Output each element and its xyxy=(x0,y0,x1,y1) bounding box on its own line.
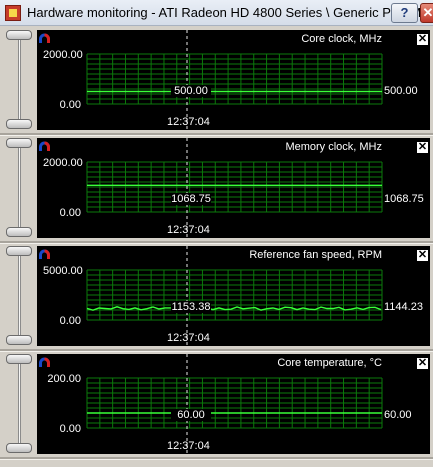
graph-area[interactable]: Core clock, MHz 2000.00 0.00 500.00 500.… xyxy=(37,30,430,130)
cursor-value-label: 500.00 xyxy=(171,85,211,97)
graph-plot xyxy=(86,246,383,346)
graph-title: Reference fan speed, RPM xyxy=(249,249,382,261)
close-icon[interactable]: ✕ xyxy=(416,357,429,370)
last-value-label: 60.00 xyxy=(384,409,412,421)
cursor-time-label: 12:37:04 xyxy=(167,332,210,344)
rail-line xyxy=(18,142,21,234)
graph-plot xyxy=(86,138,383,238)
graph-area[interactable]: Core temperature, °C 200.00 0.00 60.00 6… xyxy=(37,354,430,454)
y-axis-max-label: 2000.00 xyxy=(43,157,83,169)
last-value-label: 1068.75 xyxy=(384,193,424,205)
graph-panel-core-temperature: Core temperature, °C 200.00 0.00 60.00 6… xyxy=(0,352,433,456)
panel-resize-rail[interactable] xyxy=(6,136,32,240)
cursor-time-label: 12:37:04 xyxy=(167,224,210,236)
rail-handle-bottom[interactable] xyxy=(6,335,32,345)
y-axis-min-label: 0.00 xyxy=(59,99,81,111)
graph-area[interactable]: Memory clock, MHz 2000.00 0.00 1068.75 1… xyxy=(37,138,430,238)
y-axis-max-label: 2000.00 xyxy=(43,49,83,61)
help-button[interactable]: ? xyxy=(391,3,418,23)
rail-handle-top[interactable] xyxy=(6,246,32,256)
app-icon xyxy=(5,5,21,21)
magnet-icon[interactable] xyxy=(37,30,52,45)
panel-resize-rail[interactable] xyxy=(6,352,32,456)
panel-resize-rail[interactable] xyxy=(6,244,32,348)
graph-title: Memory clock, MHz xyxy=(285,141,382,153)
last-value-label: 1144.23 xyxy=(384,301,423,313)
cursor-value-label: 1153.38 xyxy=(171,301,211,313)
y-axis-min-label: 0.00 xyxy=(59,207,81,219)
y-axis-min-label: 0.00 xyxy=(59,423,81,435)
graph-panel-core-clock: Core clock, MHz 2000.00 0.00 500.00 500.… xyxy=(0,28,433,132)
graph-panel-fan-speed: Reference fan speed, RPM 5000.00 0.00 11… xyxy=(0,244,433,348)
panel-resize-rail[interactable] xyxy=(6,28,32,132)
last-value-label: 500.00 xyxy=(384,85,418,97)
panel-divider[interactable] xyxy=(0,457,433,460)
rail-handle-top[interactable] xyxy=(6,30,32,40)
close-icon[interactable]: ✕ xyxy=(416,141,429,154)
window-close-button[interactable]: ✕ xyxy=(420,3,433,23)
graph-title: Core clock, MHz xyxy=(301,33,382,45)
cursor-time-label: 12:37:04 xyxy=(167,116,210,128)
magnet-icon[interactable] xyxy=(37,246,52,261)
y-axis-max-label: 5000.00 xyxy=(43,265,83,277)
y-axis-min-label: 0.00 xyxy=(59,315,81,327)
window-title-bar: Hardware monitoring - ATI Radeon HD 4800… xyxy=(0,0,433,26)
rail-line xyxy=(18,358,21,450)
close-icon[interactable]: ✕ xyxy=(416,33,429,46)
graph-panel-memory-clock: Memory clock, MHz 2000.00 0.00 1068.75 1… xyxy=(0,136,433,240)
graph-plot xyxy=(86,354,383,454)
rail-handle-top[interactable] xyxy=(6,354,32,364)
magnet-icon[interactable] xyxy=(37,354,52,369)
graph-area[interactable]: Reference fan speed, RPM 5000.00 0.00 11… xyxy=(37,246,430,346)
magnet-icon[interactable] xyxy=(37,138,52,153)
window-title: Hardware monitoring - ATI Radeon HD 4800… xyxy=(27,5,432,20)
rail-handle-bottom[interactable] xyxy=(6,119,32,129)
graph-title: Core temperature, °C xyxy=(277,357,382,369)
cursor-time-label: 12:37:04 xyxy=(167,440,210,452)
close-icon[interactable]: ✕ xyxy=(416,249,429,262)
rail-line xyxy=(18,34,21,126)
y-axis-max-label: 200.00 xyxy=(47,373,81,385)
graph-plot xyxy=(86,30,383,130)
rail-handle-top[interactable] xyxy=(6,138,32,148)
rail-line xyxy=(18,250,21,342)
cursor-value-label: 1068.75 xyxy=(171,193,211,205)
rail-handle-bottom[interactable] xyxy=(6,443,32,453)
rail-handle-bottom[interactable] xyxy=(6,227,32,237)
cursor-value-label: 60.00 xyxy=(171,409,211,421)
